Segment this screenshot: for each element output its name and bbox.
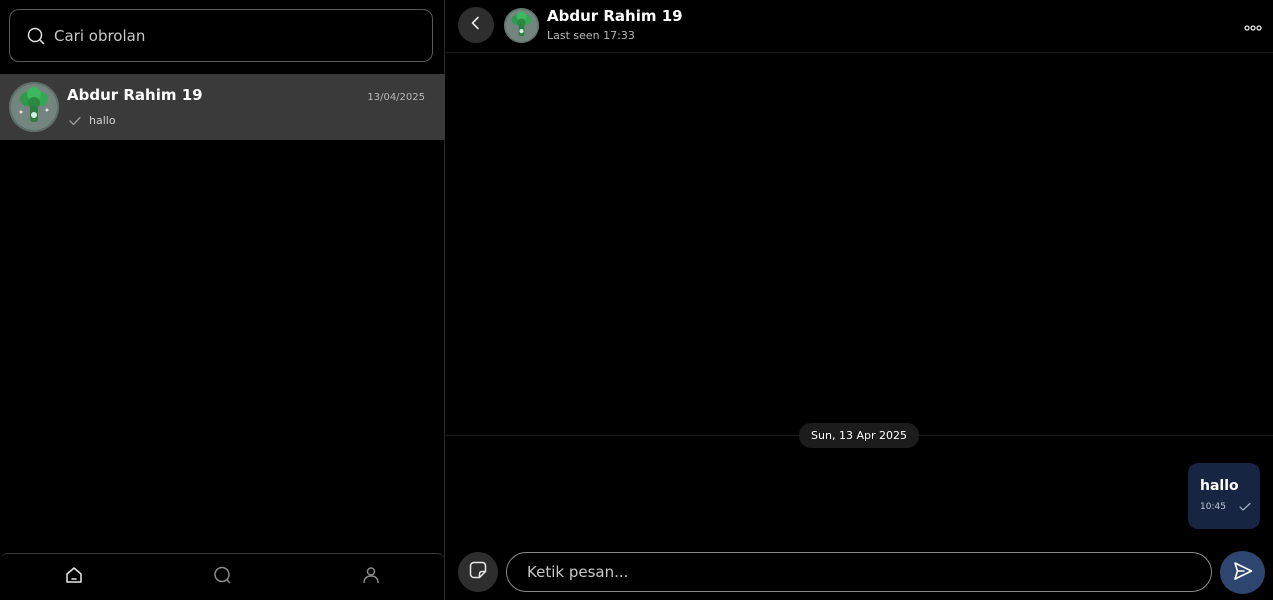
contact-name: Abdur Rahim 19 [547, 7, 683, 25]
message-input[interactable] [507, 553, 1211, 591]
chat-list-sidebar: Abdur Rahim 19 13/04/2025 hallo [0, 0, 445, 600]
message-input-box[interactable] [506, 552, 1212, 592]
nav-home-button[interactable] [0, 554, 148, 600]
sticker-icon [468, 560, 488, 584]
nav-chats-button[interactable] [148, 554, 296, 600]
avatar [9, 82, 59, 132]
chat-list-item[interactable]: Abdur Rahim 19 13/04/2025 hallo [0, 74, 445, 140]
message-text: hallo [1200, 478, 1239, 494]
check-icon [67, 115, 83, 127]
conversation-pane: Abdur Rahim 19 Last seen 17:33 Sun, 13 A… [446, 0, 1273, 600]
search-input[interactable] [54, 10, 432, 61]
more-options-button[interactable] [1243, 18, 1263, 32]
chat-name: Abdur Rahim 19 [67, 86, 203, 104]
back-button[interactable] [458, 7, 494, 43]
contact-avatar[interactable] [504, 8, 539, 43]
message-composer [446, 551, 1273, 594]
chat-date: 13/04/2025 [367, 92, 425, 103]
search-box[interactable] [9, 9, 433, 62]
bottom-nav [0, 553, 445, 600]
date-separator: Sun, 13 Apr 2025 [799, 423, 919, 448]
message-time: 10:45 [1200, 502, 1226, 512]
send-button[interactable] [1220, 551, 1265, 594]
chat-bubble-icon [212, 565, 232, 589]
search-icon [26, 26, 46, 46]
chat-summary: Abdur Rahim 19 13/04/2025 hallo [67, 82, 425, 132]
conversation-header: Abdur Rahim 19 Last seen 17:33 [446, 0, 1273, 53]
chat-preview: hallo [67, 114, 116, 127]
sticker-button[interactable] [458, 552, 498, 592]
home-icon [64, 565, 84, 589]
chat-preview-text: hallo [89, 114, 116, 127]
last-seen-status: Last seen 17:33 [547, 29, 635, 42]
user-icon [361, 565, 381, 589]
send-icon [1232, 560, 1254, 586]
check-icon [1238, 502, 1252, 512]
nav-profile-button[interactable] [297, 554, 445, 600]
chevron-left-icon [468, 15, 484, 35]
message-meta: 10:45 [1200, 502, 1252, 512]
more-horizontal-icon [1244, 16, 1262, 35]
outgoing-message-bubble[interactable]: hallo 10:45 [1188, 463, 1260, 529]
